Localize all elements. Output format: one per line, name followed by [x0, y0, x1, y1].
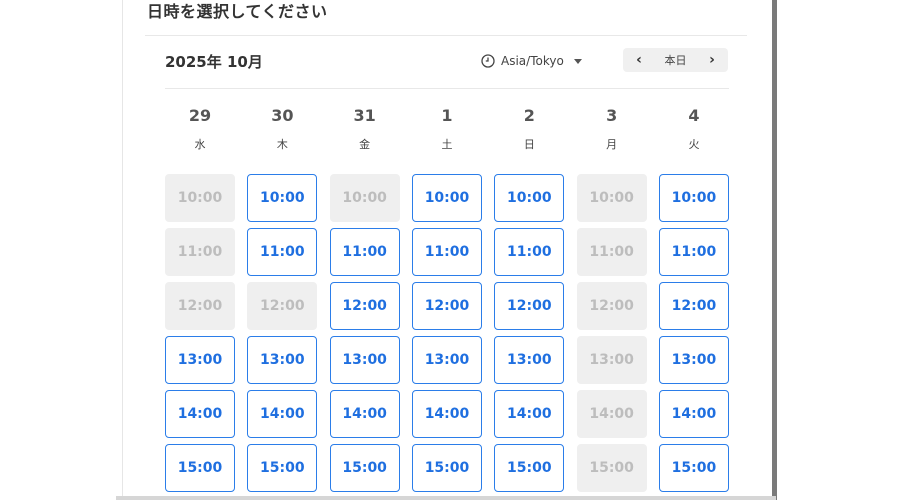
day-column-header: 31 金 [330, 104, 400, 164]
timezone-label: Asia/Tokyo [501, 54, 564, 68]
time-slot-button[interactable]: 14:00 [329, 390, 400, 438]
time-slot-unavailable: 11:00 [576, 228, 647, 276]
time-slot-grid: 10:00 11:00 12:00 13:00 14:00 15:00 10:00 11:00… [165, 174, 729, 492]
time-slot-button[interactable]: 15:00 [658, 444, 729, 492]
time-slot-button[interactable]: 10:00 [411, 174, 482, 222]
day-number: 31 [353, 106, 376, 125]
timezone-selector[interactable]: Asia/Tokyo [481, 51, 582, 71]
time-slot-button[interactable]: 12:00 [329, 282, 400, 330]
time-slot-unavailable: 14:00 [576, 390, 647, 438]
time-slot-button[interactable]: 15:00 [247, 444, 318, 492]
time-slot-unavailable: 12:00 [576, 282, 647, 330]
day-slot-column: 10:00 11:00 12:00 13:00 14:00 15:00 [658, 174, 729, 492]
panel-edge [772, 0, 777, 500]
day-weekday: 水 [194, 138, 206, 151]
day-column-header: 30 木 [247, 104, 317, 164]
time-slot-button[interactable]: 11:00 [494, 228, 565, 276]
day-number: 4 [688, 106, 700, 125]
time-slot-unavailable: 11:00 [165, 228, 235, 276]
month-label: 2025年 10月 [165, 53, 263, 71]
page-title: 日時を選択してください [147, 2, 328, 21]
time-slot-button[interactable]: 14:00 [247, 390, 318, 438]
day-header-row: 29 水 30 木 31 金 1 土 2 日 3 月 4 火 [165, 104, 729, 164]
time-slot-button[interactable]: 13:00 [411, 336, 482, 384]
day-number: 2 [523, 106, 535, 125]
page: 日時を選択してください 2025年 10月 Asia/Tokyo ‹ 本日 › … [0, 0, 900, 500]
time-slot-button[interactable]: 13:00 [165, 336, 235, 384]
week-navigation: ‹ 本日 › [623, 48, 728, 72]
time-slot-button[interactable]: 14:00 [658, 390, 729, 438]
time-slot-button[interactable]: 15:00 [165, 444, 235, 492]
day-weekday: 火 [688, 138, 700, 151]
day-number: 30 [271, 106, 294, 125]
day-column-header: 29 水 [165, 104, 235, 164]
day-slot-column: 10:00 11:00 12:00 13:00 14:00 15:00 [576, 174, 647, 492]
time-slot-unavailable: 10:00 [165, 174, 235, 222]
day-column-header: 4火 [659, 104, 729, 164]
clock-icon [481, 54, 495, 68]
day-number: 29 [188, 106, 212, 125]
day-column-header: 1土 [412, 104, 482, 164]
day-weekday: 木 [276, 138, 288, 151]
time-slot-button[interactable]: 14:00 [494, 390, 565, 438]
divider [145, 35, 747, 36]
day-number: 1 [441, 106, 453, 125]
today-button[interactable]: 本日 [665, 52, 687, 68]
time-slot-unavailable: 10:00 [576, 174, 647, 222]
time-slot-button[interactable]: 11:00 [411, 228, 482, 276]
day-weekday: 月 [606, 138, 618, 151]
day-slot-column: 10:00 11:00 12:00 13:00 14:00 15:00 [411, 174, 482, 492]
day-slot-column: 10:00 11:00 12:00 13:00 14:00 15:00 [494, 174, 565, 492]
time-slot-button[interactable]: 13:00 [329, 336, 400, 384]
time-slot-unavailable: 12:00 [247, 282, 318, 330]
day-slot-column: 10:00 11:00 12:00 13:00 14:00 15:00 [247, 174, 318, 492]
time-slot-button[interactable]: 11:00 [329, 228, 400, 276]
time-slot-button[interactable]: 11:00 [247, 228, 318, 276]
panel-edge [116, 496, 776, 500]
time-slot-button[interactable]: 13:00 [658, 336, 729, 384]
next-week-button[interactable]: › [702, 50, 722, 70]
day-weekday: 日 [523, 138, 535, 151]
time-slot-button[interactable]: 15:00 [494, 444, 565, 492]
divider [165, 88, 729, 89]
day-weekday: 土 [441, 138, 453, 151]
day-slot-column: 10:00 11:00 12:00 13:00 14:00 15:00 [165, 174, 235, 492]
time-slot-unavailable: 13:00 [576, 336, 647, 384]
time-slot-button[interactable]: 13:00 [247, 336, 318, 384]
prev-week-button[interactable]: ‹ [629, 50, 649, 70]
time-slot-button[interactable]: 13:00 [494, 336, 565, 384]
day-column-header: 2日 [494, 104, 564, 164]
time-slot-unavailable: 10:00 [329, 174, 400, 222]
time-slot-unavailable: 12:00 [165, 282, 235, 330]
time-slot-unavailable: 15:00 [576, 444, 647, 492]
time-slot-button[interactable]: 15:00 [411, 444, 482, 492]
time-slot-button[interactable]: 10:00 [247, 174, 318, 222]
day-number: 3 [606, 106, 618, 125]
time-slot-button[interactable]: 12:00 [411, 282, 482, 330]
time-slot-button[interactable]: 14:00 [411, 390, 482, 438]
time-slot-button[interactable]: 14:00 [165, 390, 235, 438]
time-slot-button[interactable]: 12:00 [658, 282, 729, 330]
time-slot-button[interactable]: 15:00 [329, 444, 400, 492]
caret-down-icon [573, 58, 582, 64]
time-slot-button[interactable]: 12:00 [494, 282, 565, 330]
day-weekday: 金 [359, 138, 371, 151]
time-slot-button[interactable]: 10:00 [494, 174, 565, 222]
time-slot-button[interactable]: 11:00 [658, 228, 729, 276]
day-column-header: 3月 [577, 104, 647, 164]
booking-panel: 日時を選択してください 2025年 10月 Asia/Tokyo ‹ 本日 › … [122, 0, 774, 500]
time-slot-button[interactable]: 10:00 [658, 174, 729, 222]
day-slot-column: 10:00 11:00 12:00 13:00 14:00 15:00 [329, 174, 400, 492]
